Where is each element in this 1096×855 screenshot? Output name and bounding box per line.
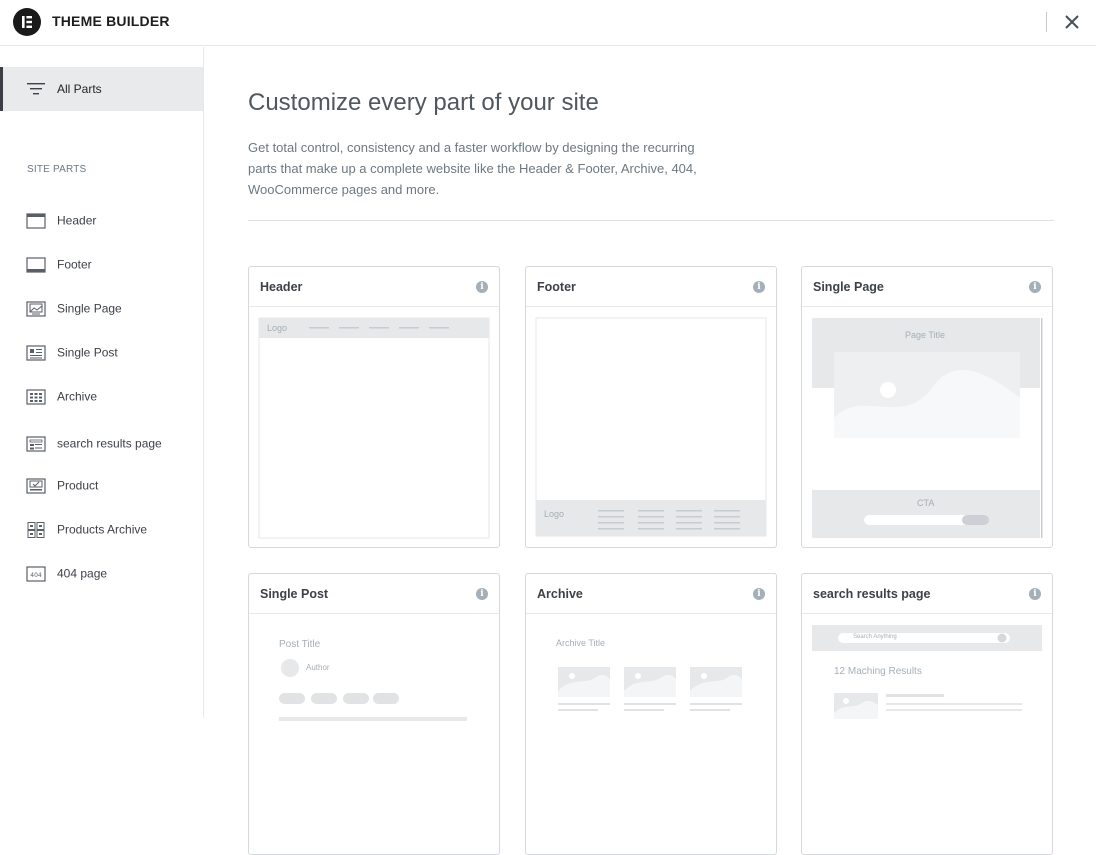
divider — [248, 220, 1054, 221]
404-icon: 404 — [26, 566, 46, 582]
sidebar-item-all-parts[interactable]: All Parts — [0, 67, 203, 111]
single-post-preview: Post Title Author — [249, 615, 499, 854]
footer-icon — [26, 257, 46, 273]
single-page-icon — [26, 301, 46, 317]
archive-preview: Archive Title — [526, 615, 776, 854]
info-icon[interactable]: i — [753, 281, 765, 293]
sidebar-item-footer[interactable]: Footer — [0, 249, 203, 281]
product-icon — [26, 478, 46, 494]
card-title: Single Post — [260, 587, 329, 601]
wireframe-results-count: 12 Maching Results — [834, 666, 922, 677]
card-title: Footer — [537, 280, 576, 294]
sidebar-item-label: Archive — [57, 389, 98, 404]
divider — [1046, 12, 1047, 32]
site-parts-heading: SITE PARTS — [27, 164, 87, 175]
single-post-icon — [26, 345, 46, 361]
intro-text: Get total control, consistency and a fas… — [248, 140, 697, 197]
sidebar-item-label: search results page — [57, 436, 162, 451]
sidebar-item-label: All Parts — [57, 82, 102, 96]
card-single-page[interactable]: Single Page i Page Title CTA — [801, 266, 1053, 548]
search-results-icon — [26, 436, 46, 452]
info-icon[interactable]: i — [753, 588, 765, 600]
info-icon[interactable]: i — [1029, 281, 1041, 293]
wireframe-archive-title: Archive Title — [556, 638, 606, 648]
top-bar: THEME BUILDER — [0, 0, 1096, 46]
sidebar-item-label: Product — [57, 478, 99, 493]
card-title: Archive — [537, 587, 583, 601]
wireframe-cta-text: CTA — [917, 498, 935, 508]
close-button[interactable] — [1062, 12, 1082, 32]
sidebar-item-single-post[interactable]: Single Post — [0, 337, 203, 369]
wireframe-logo-text: Logo — [267, 323, 288, 333]
close-icon — [1065, 15, 1079, 29]
card-header-bar: Archive i — [526, 574, 776, 614]
wireframe-post-title: Post Title — [279, 639, 321, 650]
main-content: Customize every part of your site Get to… — [204, 47, 1096, 855]
sidebar-item-label: Footer — [57, 257, 92, 272]
card-header[interactable]: Header i Logo — [248, 266, 500, 548]
info-icon[interactable]: i — [476, 281, 488, 293]
elementor-logo-icon — [13, 8, 41, 36]
sidebar-item-label: Header — [57, 213, 97, 228]
card-archive[interactable]: Archive i Archive Title — [525, 573, 777, 855]
sidebar-item-404-page[interactable]: 404 404 page — [0, 558, 203, 590]
card-title: search results page — [813, 587, 931, 601]
wireframe-logo-text: Logo — [544, 509, 565, 519]
card-header-bar: search results page i — [802, 574, 1052, 614]
sidebar-item-label: Products Archive — [57, 522, 148, 537]
wireframe-page-title: Page Title — [905, 330, 946, 340]
sidebar-item-label: Single Post — [57, 345, 118, 360]
sidebar-item-archive[interactable]: Archive — [0, 381, 203, 413]
svg-text:404: 404 — [30, 572, 42, 579]
card-header-bar: Header i — [249, 267, 499, 307]
filter-icon — [27, 83, 45, 95]
single-page-preview: Page Title CTA — [802, 308, 1052, 547]
sidebar-item-label: 404 page — [57, 566, 108, 581]
sidebar-item-single-page[interactable]: Single Page — [0, 293, 203, 325]
sidebar: All Parts SITE PARTS Header Footer Singl… — [0, 47, 204, 718]
card-header-bar: Single Post i — [249, 574, 499, 614]
sidebar-item-search-results[interactable]: search results page — [0, 425, 203, 463]
header-preview: Logo — [249, 308, 499, 547]
header-wireframe — [258, 317, 490, 539]
sidebar-item-label: Single Page — [57, 301, 122, 316]
wireframe-author-text: Author — [306, 663, 330, 672]
card-single-post[interactable]: Single Post i Post Title Author — [248, 573, 500, 855]
page-title: Customize every part of your site — [248, 89, 599, 116]
products-archive-icon — [27, 522, 45, 538]
single-post-wireframe — [279, 659, 467, 721]
footer-preview: Logo — [526, 308, 776, 547]
card-header-bar: Single Page i — [802, 267, 1052, 307]
app-title: THEME BUILDER — [52, 13, 170, 29]
search-results-preview: Search Anything 12 Maching Results — [802, 615, 1052, 854]
sidebar-item-product[interactable]: Product — [0, 470, 203, 502]
header-icon — [26, 213, 46, 229]
info-icon[interactable]: i — [476, 588, 488, 600]
card-title: Single Page — [813, 280, 884, 294]
single-page-wireframe — [812, 318, 1043, 547]
archive-icon — [26, 389, 46, 405]
card-title: Header — [260, 280, 303, 294]
card-search-results-page[interactable]: search results page i Search Anything 12… — [801, 573, 1053, 855]
card-header-bar: Footer i — [526, 267, 776, 307]
info-icon[interactable]: i — [1029, 588, 1041, 600]
sidebar-item-products-archive[interactable]: Products Archive — [0, 514, 203, 546]
search-results-wireframe — [812, 625, 1042, 719]
wireframe-search-placeholder: Search Anything — [853, 634, 897, 640]
sidebar-item-header[interactable]: Header — [0, 205, 203, 237]
archive-wireframe — [558, 667, 742, 711]
card-footer[interactable]: Footer i Logo — [525, 266, 777, 548]
